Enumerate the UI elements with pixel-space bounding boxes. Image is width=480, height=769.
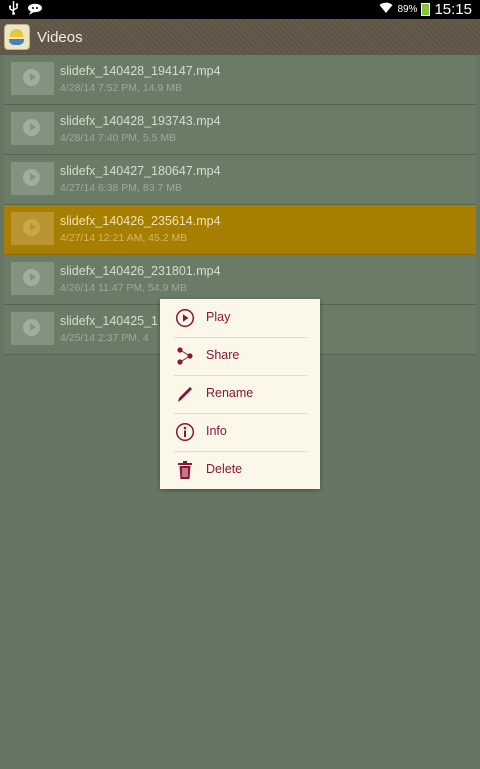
- video-filename: slidefx_140426_231801.mp4: [60, 264, 221, 278]
- video-row[interactable]: slidefx_140428_194147.mp4 4/28/14 7:52 P…: [4, 55, 476, 105]
- status-bar: 89% 15:15: [0, 0, 480, 19]
- battery-icon: [421, 3, 431, 16]
- page-title: Videos: [37, 28, 83, 46]
- menu-item-label: Play: [206, 310, 231, 324]
- notification-icon: [27, 2, 43, 20]
- video-thumbnail: [11, 212, 54, 245]
- video-meta: 4/28/14 7:40 PM, 5.5 MB: [60, 132, 177, 144]
- wifi-icon: [379, 1, 393, 19]
- context-menu: Play Share Rename Info Delete: [160, 299, 320, 489]
- video-filename: slidefx_140428_194147.mp4: [60, 64, 221, 78]
- video-meta: 4/25/14 2:37 PM, 4: [60, 332, 149, 344]
- app-icon[interactable]: [4, 24, 30, 50]
- menu-item-label: Info: [206, 424, 227, 438]
- video-meta: 4/28/14 7:52 PM, 14.9 MB: [60, 82, 182, 94]
- usb-icon: [8, 1, 19, 20]
- menu-item-rename[interactable]: Rename: [160, 375, 320, 413]
- menu-item-label: Share: [206, 348, 240, 362]
- trash-icon: [175, 460, 195, 480]
- action-bar: Videos: [0, 19, 480, 55]
- video-row[interactable]: slidefx_140428_193743.mp4 4/28/14 7:40 P…: [4, 105, 476, 155]
- menu-item-play[interactable]: Play: [160, 299, 320, 337]
- menu-item-info[interactable]: Info: [160, 413, 320, 451]
- info-icon: [175, 422, 195, 442]
- menu-item-label: Delete: [206, 462, 243, 476]
- video-filename: slidefx_140428_193743.mp4: [60, 114, 221, 128]
- video-row[interactable]: slidefx_140427_180647.mp4 4/27/14 6:38 P…: [4, 155, 476, 205]
- video-filename: slidefx_140426_235614.mp4: [60, 214, 221, 228]
- video-filename: slidefx_140427_180647.mp4: [60, 164, 221, 178]
- video-meta: 4/27/14 6:38 PM, 83.7 MB: [60, 182, 182, 194]
- video-row[interactable]: slidefx_140426_231801.mp4 4/26/14 11:47 …: [4, 255, 476, 305]
- share-icon: [175, 346, 195, 366]
- pencil-icon: [175, 384, 195, 404]
- video-row-selected[interactable]: slidefx_140426_235614.mp4 4/27/14 12:21 …: [4, 205, 476, 255]
- video-filename: slidefx_140425_1: [60, 314, 158, 328]
- menu-item-label: Rename: [206, 386, 254, 400]
- video-meta: 4/27/14 12:21 AM, 45.2 MB: [60, 232, 188, 244]
- play-icon: [175, 308, 195, 328]
- clock: 15:15: [434, 1, 472, 18]
- menu-item-delete[interactable]: Delete: [160, 451, 320, 489]
- video-thumbnail: [11, 62, 54, 95]
- video-meta: 4/26/14 11:47 PM, 54.9 MB: [60, 282, 188, 294]
- battery-percent: 89%: [397, 4, 418, 15]
- video-thumbnail: [11, 112, 54, 145]
- video-thumbnail: [11, 312, 54, 345]
- video-thumbnail: [11, 262, 54, 295]
- video-thumbnail: [11, 162, 54, 195]
- menu-item-share[interactable]: Share: [160, 337, 320, 375]
